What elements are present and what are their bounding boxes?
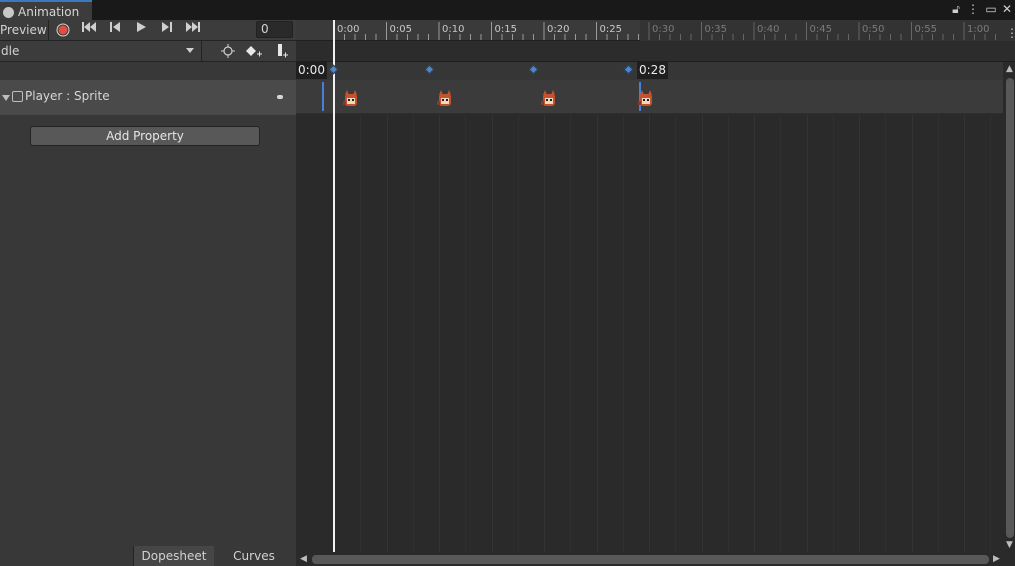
property-row[interactable]: Player : Sprite [0,80,296,115]
first-keyframe-button[interactable] [77,20,101,40]
grid-line [675,115,677,552]
add-event-button[interactable] [270,41,294,61]
play-icon [137,22,146,32]
playhead-line[interactable] [333,20,335,552]
record-button[interactable] [51,20,75,40]
grid-line [754,115,755,552]
grid-line [622,115,624,552]
grid-line [439,115,440,552]
animation-tab[interactable]: Animation [0,0,92,20]
more-vertical-icon[interactable]: ⋮ [966,2,980,16]
grid-line [727,115,729,552]
vertical-scroll-thumb[interactable] [1006,78,1014,538]
grid-line [701,115,703,552]
window-tab-bar [0,0,1015,20]
add-event-icon [278,44,288,58]
grid-line [570,115,572,552]
ruler-tick-label: 0:25 [599,24,622,35]
ruler-tick-label: 0:00 [337,24,360,35]
grid-line [386,115,388,552]
sprite-renderer-icon [12,91,23,102]
maximize-icon[interactable]: ▭ [984,2,998,16]
divider [201,41,202,62]
grid-line [412,115,414,552]
ruler-tick-label: 0:45 [809,24,832,35]
horizontal-scroll-thumb[interactable] [312,555,989,564]
ruler-tick-label: 0:05 [389,24,412,35]
clip-start-marker[interactable] [322,82,324,111]
previous-keyframe-button[interactable] [103,20,127,40]
keyframe-add-icon [246,46,262,57]
previous-keyframe-icon [110,22,120,32]
clip-dropdown[interactable]: dle [0,41,201,62]
grid-line [649,115,650,552]
lock-icon[interactable]: 🔓︎ [949,2,963,16]
grid-line [806,115,808,552]
divider [48,20,49,40]
animation-tab-label: Animation [18,5,80,19]
grid-line [911,115,913,552]
preview-toggle[interactable]: Preview [0,23,47,37]
grid-line [465,115,467,552]
play-button[interactable] [129,20,153,40]
sprite-keyframe[interactable] [541,90,557,111]
grid-line [832,115,834,552]
ruler-tick-label: 0:15 [494,24,517,35]
event-track[interactable] [296,41,1015,62]
ruler-tick-label: 0:20 [547,24,570,35]
ruler-tick-label: 0:50 [862,24,885,35]
expand-arrow-icon[interactable] [2,95,10,101]
record-icon [56,23,70,37]
scroll-up-icon[interactable]: ▲ [1006,64,1013,74]
ruler-tick-label: 0:35 [704,24,727,35]
tab-curves[interactable]: Curves [214,546,294,566]
grid-line [885,115,887,552]
sprite-keyframe[interactable] [437,90,453,111]
animation-clock-icon [3,7,14,18]
chevron-down-icon [186,48,194,53]
add-keyframe-diamond-button[interactable] [242,41,266,61]
more-vertical-icon[interactable]: ⋮ [1006,26,1015,40]
ruler-tick-label: 0:40 [757,24,780,35]
scroll-left-icon[interactable]: ◀ [300,554,307,564]
add-keyframe-button[interactable] [216,41,240,61]
tab-dopesheet[interactable]: Dopesheet [134,546,214,566]
close-icon[interactable]: ✕ [1000,2,1014,16]
first-keyframe-icon [82,22,96,32]
next-keyframe-button[interactable] [155,20,179,40]
frame-field[interactable]: 0 [256,21,293,38]
property-label: Player : Sprite [25,89,110,103]
grid-line [596,115,598,552]
ruler-tick-label: 0:30 [652,24,675,35]
timeline-grid [296,115,1003,552]
start-time-badge: 0:00 [296,62,327,79]
add-keyframe-icon [221,44,235,58]
sprite-keyframe[interactable] [638,90,654,111]
grid-line [937,115,939,552]
sprite-keyframe[interactable] [343,90,359,111]
grid-line [964,115,965,552]
grid-line [360,115,362,552]
grid-line [780,115,782,552]
end-time-badge: 0:28 [637,62,668,79]
grid-line [517,115,519,552]
scroll-down-icon[interactable]: ▼ [1006,540,1013,550]
next-keyframe-icon [162,22,172,32]
options-icon[interactable] [277,95,283,99]
scroll-right-icon[interactable]: ▶ [993,554,1000,564]
ruler-tick-label: 0:55 [914,24,937,35]
last-keyframe-icon [186,22,200,32]
ruler-tick-label: 1:00 [967,24,990,35]
add-property-button[interactable]: Add Property [30,126,260,146]
grid-line [990,115,992,552]
last-keyframe-button[interactable] [181,20,205,40]
grid-line [491,115,493,552]
ruler-tick-label: 0:10 [442,24,465,35]
playback-toolbar: Preview [0,20,296,41]
grid-line [544,115,545,552]
grid-line [859,115,860,552]
